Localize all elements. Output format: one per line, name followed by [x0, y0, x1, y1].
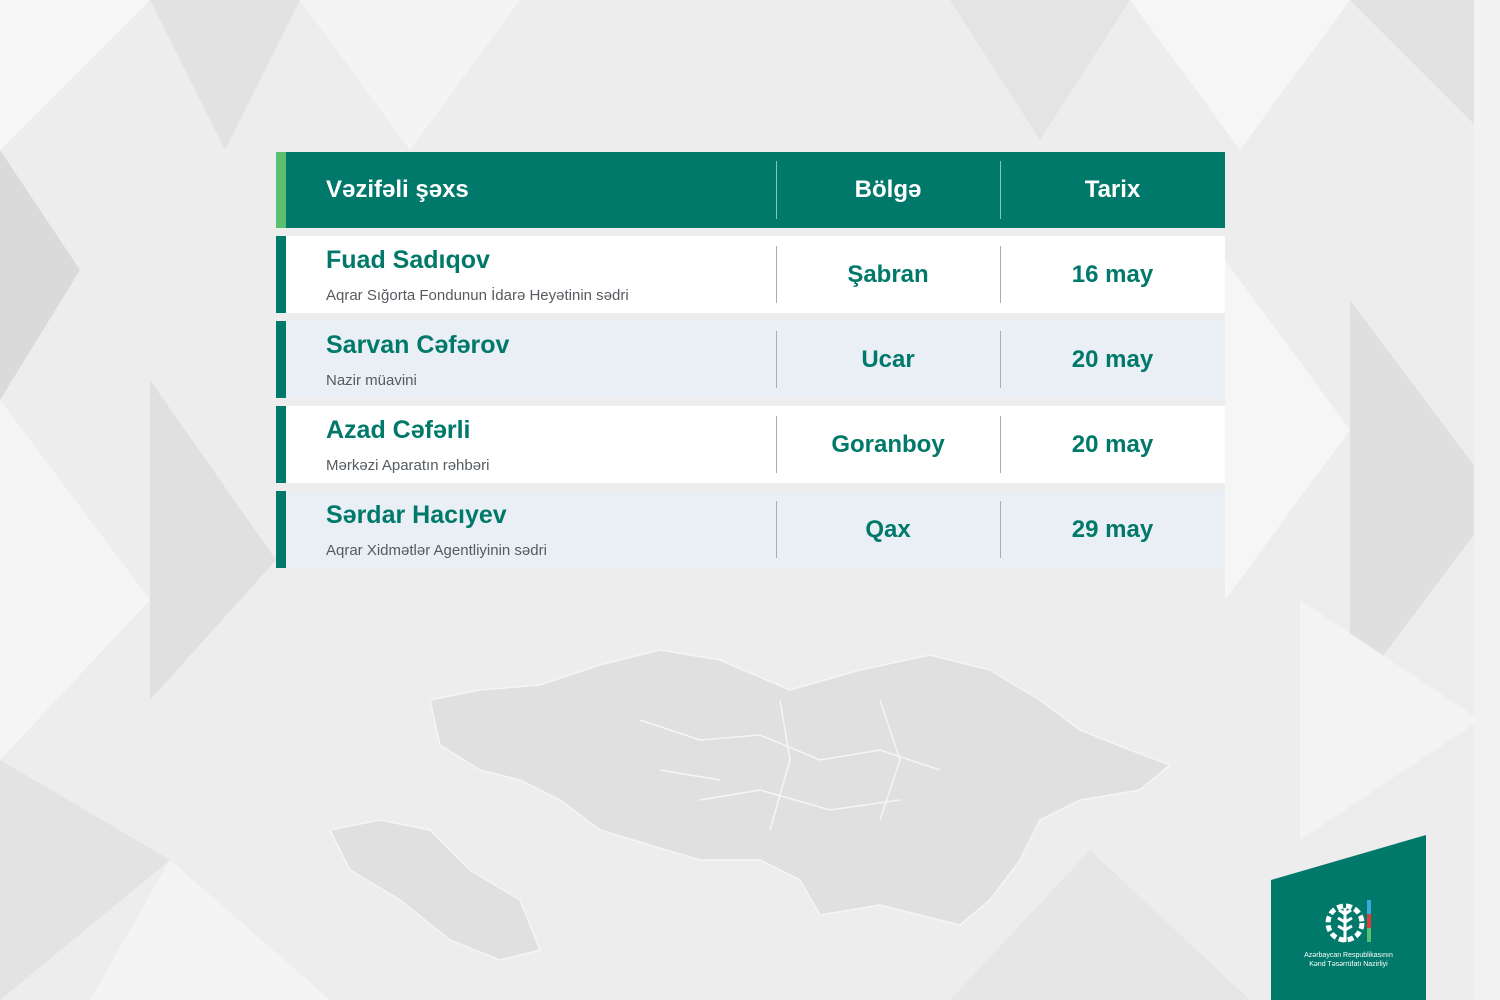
gear-wheat-icon: [1325, 900, 1371, 943]
person-role: Nazir müavini: [326, 371, 417, 389]
table-row: Azad Cəfərli Mərkəzi Aparatın rəhbəri Go…: [276, 406, 1225, 483]
date-cell: 20 may: [1000, 406, 1225, 483]
header-region: Bölgə: [776, 152, 1000, 228]
date-cell: 16 may: [1000, 236, 1225, 313]
person-name: Azad Cəfərli: [326, 415, 471, 444]
table-row: Fuad Sadıqov Aqrar Sığorta Fondunun İdar…: [276, 236, 1225, 313]
region-cell: Şabran: [776, 236, 1000, 313]
logo-line-1: Azərbaycan Respublikasının: [1304, 952, 1393, 959]
header-person: Vəzifəli şəxs: [326, 176, 469, 203]
region-cell: Goranboy: [776, 406, 1000, 483]
person-cell: Sərdar Hacıyev Aqrar Xidmətlər Agentliyi…: [286, 491, 776, 568]
region-cell: Qax: [776, 491, 1000, 568]
header-date: Tarix: [1000, 152, 1225, 228]
person-name: Sarvan Cəfərov: [326, 330, 510, 359]
table-header: Vəzifəli şəxs Bölgə Tarix: [276, 152, 1225, 228]
person-name: Fuad Sadıqov: [326, 245, 490, 274]
table-row: Sərdar Hacıyev Aqrar Xidmətlər Agentliyi…: [276, 491, 1225, 568]
date-cell: 20 may: [1000, 321, 1225, 398]
person-name: Sərdar Hacıyev: [326, 500, 507, 529]
person-cell: Azad Cəfərli Mərkəzi Aparatın rəhbəri: [286, 406, 776, 483]
date-cell: 29 may: [1000, 491, 1225, 568]
person-cell: Fuad Sadıqov Aqrar Sığorta Fondunun İdar…: [286, 236, 776, 313]
person-role: Aqrar Sığorta Fondunun İdarə Heyətinin s…: [326, 286, 629, 304]
logo-caption: Azərbaycan Respublikasının Kənd Təsərrüf…: [1271, 951, 1426, 969]
person-role: Mərkəzi Aparatın rəhbəri: [326, 456, 490, 474]
table-row: Sarvan Cəfərov Nazir müavini Ucar 20 may: [276, 321, 1225, 398]
schedule-table: Vəzifəli şəxs Bölgə Tarix Fuad Sadıqov A…: [276, 152, 1225, 568]
logo-line-2: Kənd Təsərrüfatı Nazirliyi: [1309, 961, 1388, 968]
region-cell: Ucar: [776, 321, 1000, 398]
person-cell: Sarvan Cəfərov Nazir müavini: [286, 321, 776, 398]
person-role: Aqrar Xidmətlər Agentliyinin sədri: [326, 541, 547, 559]
